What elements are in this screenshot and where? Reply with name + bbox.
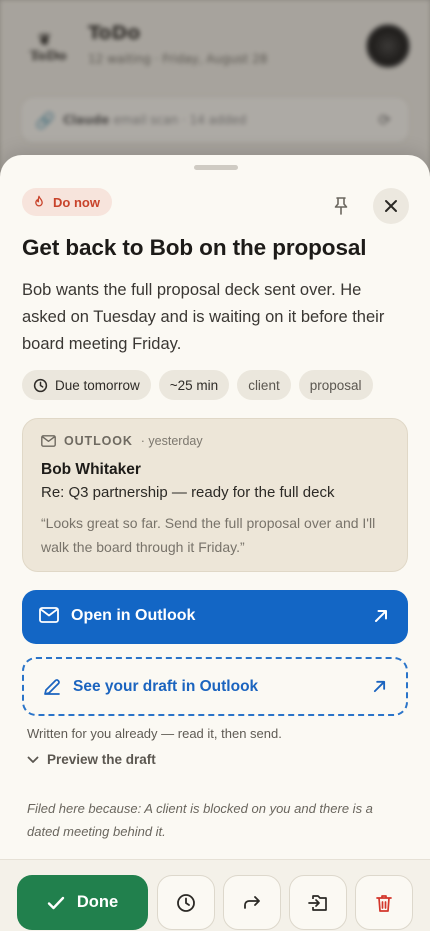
done-button[interactable]: Done — [17, 875, 148, 930]
pin-icon — [334, 197, 348, 215]
preview-draft-toggle[interactable]: Preview the draft — [27, 752, 156, 767]
trash-icon — [376, 894, 392, 912]
chevron-down-icon — [27, 756, 39, 763]
due-chip[interactable]: Due tomorrow — [22, 370, 151, 400]
draft-note: Written for you already — read it, then … — [27, 726, 282, 741]
mail-icon — [41, 435, 56, 447]
snooze-clock-icon — [177, 893, 195, 912]
delete-button[interactable] — [355, 875, 413, 930]
forward-button[interactable] — [223, 875, 281, 930]
email-time: · yesterday — [140, 434, 203, 448]
email-sender: Bob Whitaker — [41, 461, 141, 478]
close-icon — [385, 200, 397, 212]
done-label: Done — [76, 893, 119, 911]
email-source: OUTLOOK — [64, 434, 133, 448]
close-button[interactable] — [373, 188, 409, 224]
see-draft-label: See your draft in Outlook — [73, 678, 259, 695]
filing-reason: Filed here because: A client is blocked … — [27, 801, 373, 839]
due-chip-label: Due tomorrow — [55, 377, 140, 393]
priority-badge: Do now — [22, 188, 112, 216]
external-arrow-icon — [375, 610, 387, 622]
preview-draft-label: Preview the draft — [47, 752, 156, 767]
pin-button[interactable] — [328, 193, 354, 219]
sheet-grabber[interactable] — [194, 165, 238, 170]
snooze-button[interactable] — [157, 875, 215, 930]
email-quote: “Looks great so far. Send the full propo… — [41, 515, 376, 555]
task-detail-sheet: Do now Get back to Bob on the proposal B… — [0, 155, 430, 931]
move-button[interactable] — [289, 875, 347, 930]
open-in-outlook-button[interactable]: Open in Outlook — [22, 590, 408, 644]
see-draft-button[interactable]: See your draft in Outlook — [22, 657, 408, 716]
clock-icon — [33, 378, 48, 392]
email-subject: Re: Q3 partnership — ready for the full … — [41, 484, 335, 501]
priority-badge-label: Do now — [53, 194, 100, 210]
tag-chip-client[interactable]: client — [237, 370, 291, 400]
tag-chip-proposal[interactable]: proposal — [298, 370, 373, 400]
forward-icon — [244, 895, 260, 909]
task-description: Bob wants the full proposal deck sent ov… — [22, 281, 385, 353]
move-icon — [308, 894, 327, 911]
external-arrow-icon — [373, 680, 386, 693]
source-email-card[interactable]: OUTLOOK · yesterday Bob Whitaker Re: Q3 … — [22, 418, 408, 572]
flame-icon — [35, 195, 43, 207]
check-icon — [47, 896, 65, 909]
mail-icon — [39, 607, 59, 623]
pencil-icon — [44, 679, 60, 695]
action-bar: Done — [0, 859, 430, 931]
source-email-header: OUTLOOK · yesterday — [41, 434, 203, 448]
open-in-outlook-label: Open in Outlook — [71, 607, 196, 624]
task-chips: Due tomorrow ~25 min client proposal — [22, 370, 373, 400]
effort-chip[interactable]: ~25 min — [158, 370, 230, 400]
task-title: Get back to Bob on the proposal — [22, 235, 367, 260]
